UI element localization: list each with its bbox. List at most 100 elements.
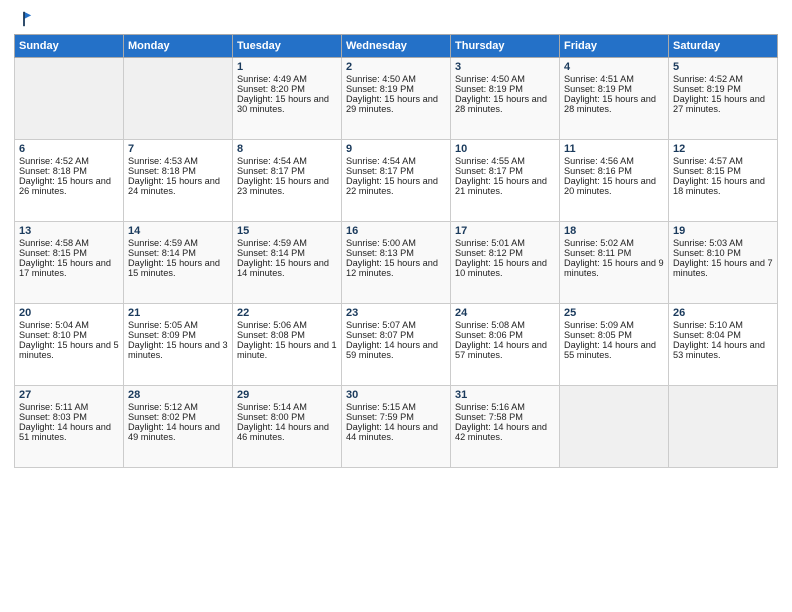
logo: [14, 10, 33, 28]
calendar-cell: 5Sunrise: 4:52 AMSunset: 8:19 PMDaylight…: [669, 58, 778, 140]
sunrise-text: Sunrise: 5:11 AM: [19, 402, 88, 412]
calendar-cell: 8Sunrise: 4:54 AMSunset: 8:17 PMDaylight…: [233, 140, 342, 222]
daylight-text: Daylight: 15 hours and 12 minutes.: [346, 258, 438, 278]
calendar-week-row: 20Sunrise: 5:04 AMSunset: 8:10 PMDayligh…: [15, 304, 778, 386]
daylight-text: Daylight: 15 hours and 27 minutes.: [673, 94, 765, 114]
calendar-cell: 14Sunrise: 4:59 AMSunset: 8:14 PMDayligh…: [124, 222, 233, 304]
sunset-text: Sunset: 8:20 PM: [237, 84, 305, 94]
daylight-text: Daylight: 15 hours and 17 minutes.: [19, 258, 111, 278]
calendar-cell: [669, 386, 778, 468]
day-number: 17: [455, 225, 555, 237]
calendar-cell: 28Sunrise: 5:12 AMSunset: 8:02 PMDayligh…: [124, 386, 233, 468]
daylight-text: Daylight: 15 hours and 5 minutes.: [19, 340, 119, 360]
weekday-header: Tuesday: [233, 35, 342, 58]
daylight-text: Daylight: 15 hours and 21 minutes.: [455, 176, 547, 196]
sunrise-text: Sunrise: 4:54 AM: [346, 156, 416, 166]
sunset-text: Sunset: 8:19 PM: [455, 84, 523, 94]
day-number: 26: [673, 307, 773, 319]
day-number: 24: [455, 307, 555, 319]
daylight-text: Daylight: 15 hours and 9 minutes.: [564, 258, 664, 278]
sunrise-text: Sunrise: 5:08 AM: [455, 320, 525, 330]
sunrise-text: Sunrise: 5:03 AM: [673, 238, 743, 248]
calendar-cell: 27Sunrise: 5:11 AMSunset: 8:03 PMDayligh…: [15, 386, 124, 468]
sunrise-text: Sunrise: 5:07 AM: [346, 320, 416, 330]
sunset-text: Sunset: 8:10 PM: [19, 330, 87, 340]
calendar-cell: 4Sunrise: 4:51 AMSunset: 8:19 PMDaylight…: [560, 58, 669, 140]
calendar-cell: 10Sunrise: 4:55 AMSunset: 8:17 PMDayligh…: [451, 140, 560, 222]
sunset-text: Sunset: 8:06 PM: [455, 330, 523, 340]
calendar-cell: 31Sunrise: 5:16 AMSunset: 7:58 PMDayligh…: [451, 386, 560, 468]
daylight-text: Daylight: 14 hours and 57 minutes.: [455, 340, 547, 360]
sunrise-text: Sunrise: 4:57 AM: [673, 156, 743, 166]
calendar-cell: 2Sunrise: 4:50 AMSunset: 8:19 PMDaylight…: [342, 58, 451, 140]
daylight-text: Daylight: 15 hours and 26 minutes.: [19, 176, 111, 196]
calendar-cell: 22Sunrise: 5:06 AMSunset: 8:08 PMDayligh…: [233, 304, 342, 386]
calendar-cell: 24Sunrise: 5:08 AMSunset: 8:06 PMDayligh…: [451, 304, 560, 386]
sunrise-text: Sunrise: 5:14 AM: [237, 402, 307, 412]
sunset-text: Sunset: 8:08 PM: [237, 330, 305, 340]
calendar-cell: 26Sunrise: 5:10 AMSunset: 8:04 PMDayligh…: [669, 304, 778, 386]
day-number: 1: [237, 61, 337, 73]
sunrise-text: Sunrise: 5:09 AM: [564, 320, 634, 330]
sunrise-text: Sunrise: 4:52 AM: [673, 74, 743, 84]
sunset-text: Sunset: 8:17 PM: [237, 166, 305, 176]
day-number: 28: [128, 389, 228, 401]
sunset-text: Sunset: 8:03 PM: [19, 412, 87, 422]
sunset-text: Sunset: 8:19 PM: [673, 84, 741, 94]
calendar-cell: 23Sunrise: 5:07 AMSunset: 8:07 PMDayligh…: [342, 304, 451, 386]
calendar-cell: 16Sunrise: 5:00 AMSunset: 8:13 PMDayligh…: [342, 222, 451, 304]
weekday-header: Sunday: [15, 35, 124, 58]
day-number: 9: [346, 143, 446, 155]
sunrise-text: Sunrise: 5:10 AM: [673, 320, 743, 330]
sunrise-text: Sunrise: 4:56 AM: [564, 156, 634, 166]
calendar-cell: 20Sunrise: 5:04 AMSunset: 8:10 PMDayligh…: [15, 304, 124, 386]
header: [14, 10, 778, 28]
day-number: 21: [128, 307, 228, 319]
weekday-header: Wednesday: [342, 35, 451, 58]
calendar-cell: 25Sunrise: 5:09 AMSunset: 8:05 PMDayligh…: [560, 304, 669, 386]
sunrise-text: Sunrise: 5:04 AM: [19, 320, 89, 330]
daylight-text: Daylight: 15 hours and 20 minutes.: [564, 176, 656, 196]
daylight-text: Daylight: 15 hours and 15 minutes.: [128, 258, 220, 278]
sunset-text: Sunset: 8:17 PM: [346, 166, 414, 176]
calendar-week-row: 1Sunrise: 4:49 AMSunset: 8:20 PMDaylight…: [15, 58, 778, 140]
sunset-text: Sunset: 8:10 PM: [673, 248, 741, 258]
calendar-cell: [560, 386, 669, 468]
day-number: 27: [19, 389, 119, 401]
calendar-cell: 30Sunrise: 5:15 AMSunset: 7:59 PMDayligh…: [342, 386, 451, 468]
daylight-text: Daylight: 14 hours and 55 minutes.: [564, 340, 656, 360]
weekday-header: Friday: [560, 35, 669, 58]
sunrise-text: Sunrise: 5:16 AM: [455, 402, 525, 412]
day-number: 5: [673, 61, 773, 73]
day-number: 11: [564, 143, 664, 155]
day-number: 31: [455, 389, 555, 401]
sunset-text: Sunset: 8:19 PM: [346, 84, 414, 94]
sunset-text: Sunset: 8:07 PM: [346, 330, 414, 340]
daylight-text: Daylight: 15 hours and 23 minutes.: [237, 176, 329, 196]
daylight-text: Daylight: 15 hours and 24 minutes.: [128, 176, 220, 196]
daylight-text: Daylight: 14 hours and 49 minutes.: [128, 422, 220, 442]
day-number: 6: [19, 143, 119, 155]
sunrise-text: Sunrise: 4:59 AM: [237, 238, 307, 248]
sunrise-text: Sunrise: 4:58 AM: [19, 238, 89, 248]
day-number: 2: [346, 61, 446, 73]
day-number: 23: [346, 307, 446, 319]
calendar-cell: 15Sunrise: 4:59 AMSunset: 8:14 PMDayligh…: [233, 222, 342, 304]
sunrise-text: Sunrise: 5:06 AM: [237, 320, 307, 330]
sunset-text: Sunset: 8:19 PM: [564, 84, 632, 94]
daylight-text: Daylight: 15 hours and 1 minute.: [237, 340, 337, 360]
sunset-text: Sunset: 7:59 PM: [346, 412, 414, 422]
sunrise-text: Sunrise: 5:01 AM: [455, 238, 525, 248]
sunset-text: Sunset: 8:18 PM: [19, 166, 87, 176]
calendar-week-row: 6Sunrise: 4:52 AMSunset: 8:18 PMDaylight…: [15, 140, 778, 222]
daylight-text: Daylight: 14 hours and 44 minutes.: [346, 422, 438, 442]
day-number: 16: [346, 225, 446, 237]
calendar-cell: 7Sunrise: 4:53 AMSunset: 8:18 PMDaylight…: [124, 140, 233, 222]
calendar-cell: 9Sunrise: 4:54 AMSunset: 8:17 PMDaylight…: [342, 140, 451, 222]
daylight-text: Daylight: 15 hours and 30 minutes.: [237, 94, 329, 114]
sunrise-text: Sunrise: 4:54 AM: [237, 156, 307, 166]
calendar-table: SundayMondayTuesdayWednesdayThursdayFrid…: [14, 34, 778, 468]
sunset-text: Sunset: 8:11 PM: [564, 248, 631, 258]
day-number: 19: [673, 225, 773, 237]
sunrise-text: Sunrise: 5:02 AM: [564, 238, 634, 248]
